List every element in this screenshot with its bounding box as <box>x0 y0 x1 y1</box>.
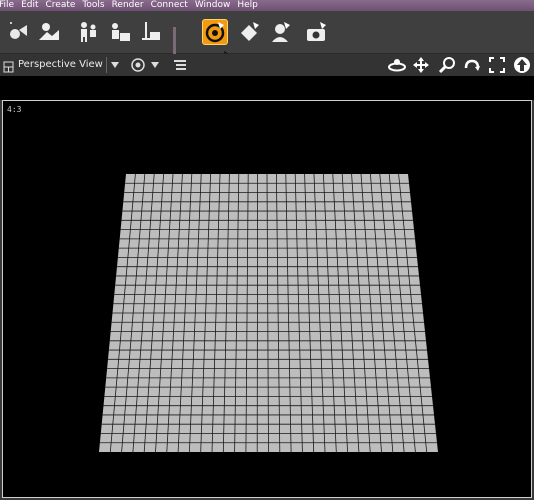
menu-file[interactable]: File <box>0 0 18 11</box>
figure-morph-icon <box>272 22 290 42</box>
menu-help[interactable]: Help <box>234 0 262 11</box>
chevron-down-icon <box>111 62 119 68</box>
viewport-layout-icon[interactable] <box>3 58 14 77</box>
menu-tools[interactable]: Tools <box>79 0 108 11</box>
render-settings-button[interactable] <box>202 19 228 45</box>
export-to-browser-icon <box>241 22 259 41</box>
orbit-icon <box>388 59 406 72</box>
camera-snapshot-button[interactable] <box>304 19 330 45</box>
up-button[interactable] <box>512 57 532 73</box>
rotate-button[interactable] <box>462 57 482 73</box>
export-to-browser-button[interactable] <box>237 19 263 45</box>
frame-icon <box>489 57 505 73</box>
figure-poses-button[interactable] <box>75 19 101 45</box>
orbit-button[interactable] <box>387 57 407 73</box>
pan-icon <box>413 57 429 73</box>
view-label[interactable]: Perspective View <box>18 59 103 70</box>
ground-plane[interactable] <box>3 101 531 497</box>
menu-create[interactable]: Create <box>43 0 80 11</box>
export-object-icon <box>142 22 160 40</box>
menu-connect[interactable]: Connect <box>148 0 192 11</box>
figure-morph-button[interactable] <box>268 19 294 45</box>
scene-environment-button[interactable] <box>36 19 62 45</box>
chevron-down-icon <box>151 62 159 68</box>
import-object-icon <box>112 23 130 41</box>
list-options-icon <box>174 60 186 70</box>
scene-environment-icon <box>39 23 59 40</box>
import-object-button[interactable] <box>107 19 133 45</box>
zoom-button[interactable] <box>437 57 457 74</box>
viewport-header: Perspective View <box>0 54 534 76</box>
export-object-button[interactable] <box>139 19 165 45</box>
figure-poses-icon <box>81 22 96 42</box>
main-toolbar <box>0 11 534 69</box>
up-icon <box>514 57 530 73</box>
perspective-viewport[interactable]: 4:3 <box>2 100 532 498</box>
toolbar-separator <box>173 27 176 57</box>
view-dropdown-arrow[interactable] <box>106 57 123 73</box>
camera-snapshot-icon <box>307 22 326 41</box>
draw-style-dropdown[interactable] <box>149 57 161 73</box>
new-light-icon <box>10 22 27 39</box>
draw-style-icon <box>131 58 145 72</box>
menu-bar: File Edit Create Tools Render Connect Wi… <box>0 0 534 11</box>
frame-button[interactable] <box>487 57 507 73</box>
new-light-button[interactable] <box>6 19 32 45</box>
pan-button[interactable] <box>411 57 431 73</box>
menu-render[interactable]: Render <box>109 0 148 11</box>
viewport-options-button[interactable] <box>172 57 188 73</box>
viewport-top-strip <box>0 76 534 100</box>
menu-window[interactable]: Window <box>192 0 235 11</box>
draw-style-button[interactable] <box>129 57 147 73</box>
zoom-icon <box>438 57 455 74</box>
rotate-icon <box>464 59 480 71</box>
render-settings-icon <box>205 22 225 43</box>
menu-edit[interactable]: Edit <box>18 0 42 11</box>
